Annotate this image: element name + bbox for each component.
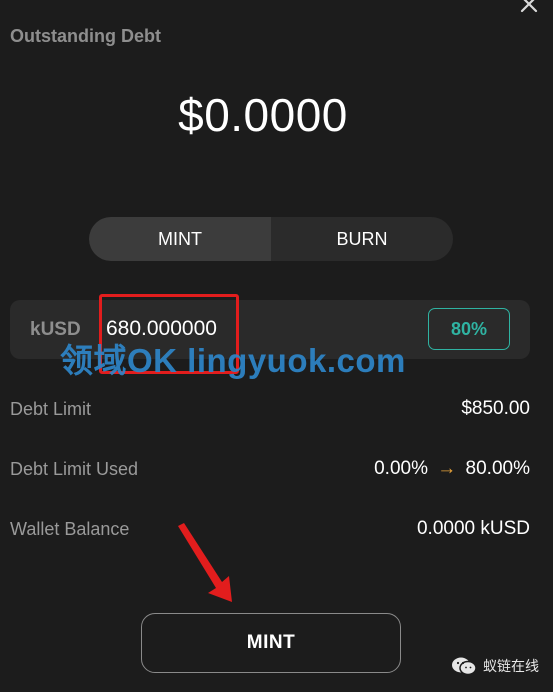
debt-limit-used-row: Debt Limit Used 0.00% → 80.00% <box>10 458 530 480</box>
debt-limit-value: $850.00 <box>461 398 530 419</box>
wallet-balance-value: 0.0000 kUSD <box>416 518 530 539</box>
wallet-balance-row: Wallet Balance 0.0000 kUSD <box>10 518 530 540</box>
tab-burn[interactable]: BURN <box>271 217 453 261</box>
outstanding-debt-title: Outstanding Debt <box>10 26 161 46</box>
corner-logo: 蚁链在线 <box>451 656 539 676</box>
corner-logo-text: 蚁链在线 <box>483 658 539 674</box>
tab-mint[interactable]: MINT <box>89 217 271 261</box>
mint-burn-toggle: MINT BURN <box>89 217 453 261</box>
mint-button[interactable]: MINT <box>141 613 401 673</box>
debt-limit-used-to: 80.00% <box>465 458 530 479</box>
debt-limit-used-from: 0.00% <box>374 458 428 479</box>
close-icon[interactable] <box>517 0 541 16</box>
outstanding-debt-amount: $0.0000 <box>178 89 348 141</box>
amount-input-row: kUSD 80% <box>10 300 530 359</box>
currency-label: kUSD <box>30 319 81 340</box>
wallet-balance-label: Wallet Balance <box>10 518 130 539</box>
wechat-icon <box>452 657 477 676</box>
debt-panel: Outstanding Debt $0.0000 MINT BURN kUSD … <box>0 0 553 692</box>
debt-limit-label: Debt Limit <box>10 398 92 419</box>
debt-limit-row: Debt Limit $850.00 <box>10 398 530 420</box>
amount-input[interactable] <box>106 314 346 344</box>
right-arrow-icon: → <box>437 458 457 479</box>
debt-limit-used-label: Debt Limit Used <box>10 458 139 479</box>
debt-limit-used-value: 0.00% → 80.00% <box>374 458 530 480</box>
percent-chip-button[interactable]: 80% <box>428 308 510 350</box>
